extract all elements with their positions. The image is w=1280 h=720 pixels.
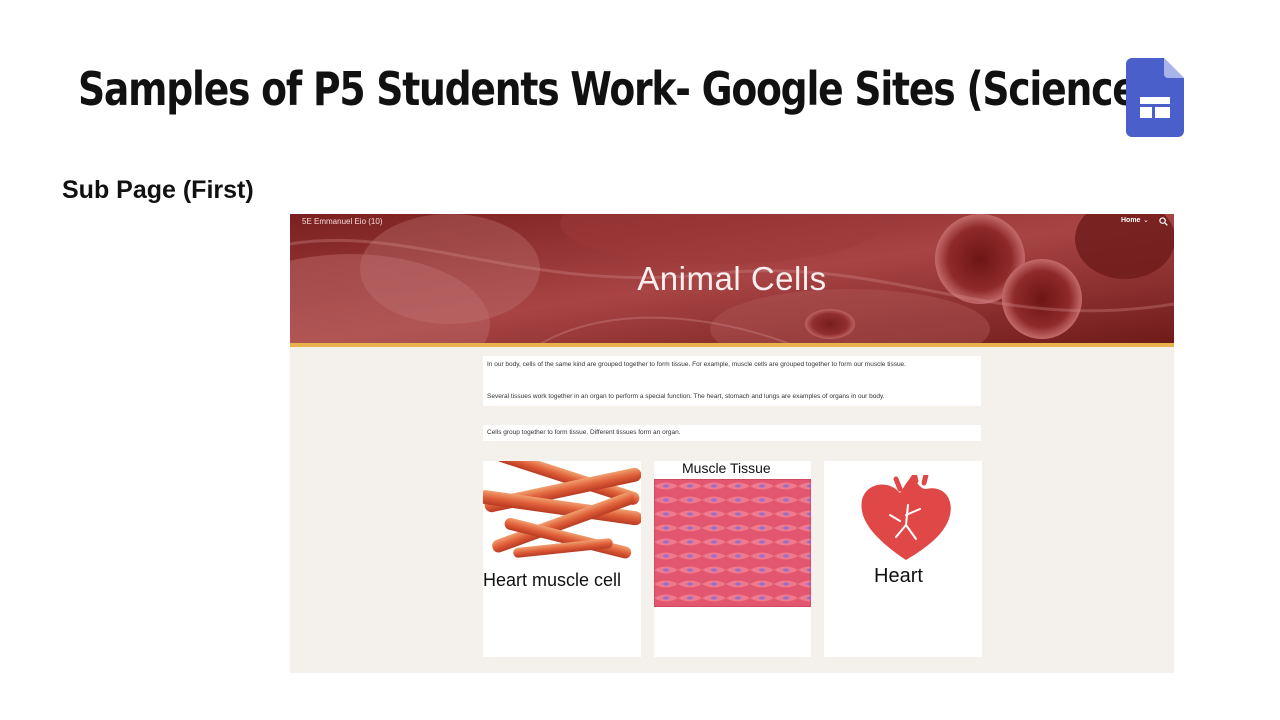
search-icon[interactable] (1159, 217, 1168, 226)
paragraph-tissue: In our body, cells of the same kind are … (487, 361, 906, 368)
site-banner: 5E Emmanuel Eio (10) Home ⌄ Animal Cells (290, 214, 1174, 344)
card-caption: Heart (874, 565, 923, 587)
chevron-down-icon[interactable]: ⌄ (1143, 216, 1149, 224)
paragraph-organs: Several tissues work together in an orga… (487, 393, 885, 400)
paragraph-summary: Cells group together to form tissue. Dif… (487, 429, 681, 436)
nav-home-link[interactable]: Home (1121, 217, 1140, 224)
text-box-intro: In our body, cells of the same kind are … (483, 356, 981, 406)
card-caption: Muscle Tissue (682, 460, 771, 476)
card-heart-muscle-cell[interactable]: Heart muscle cell (483, 461, 641, 657)
site-name[interactable]: 5E Emmanuel Eio (10) (302, 217, 382, 226)
card-heart[interactable]: Heart (824, 461, 982, 657)
slide-subtitle: Sub Page (First) (62, 176, 254, 204)
slide-title: Samples of P5 Students Work- Google Site… (78, 62, 1154, 116)
accent-divider (290, 343, 1174, 347)
card-muscle-tissue[interactable]: Muscle Tissue (654, 460, 811, 657)
muscle-tissue-image (654, 479, 811, 607)
muscle-fibers-image (483, 461, 641, 559)
page-title: Animal Cells (637, 260, 827, 297)
site-screenshot: 5E Emmanuel Eio (10) Home ⌄ Animal Cells… (290, 214, 1174, 673)
card-caption: Heart muscle cell (483, 570, 622, 590)
heart-organ-image (861, 475, 951, 560)
google-sites-icon (1126, 58, 1184, 137)
text-box-summary: Cells group together to form tissue. Dif… (483, 425, 981, 441)
